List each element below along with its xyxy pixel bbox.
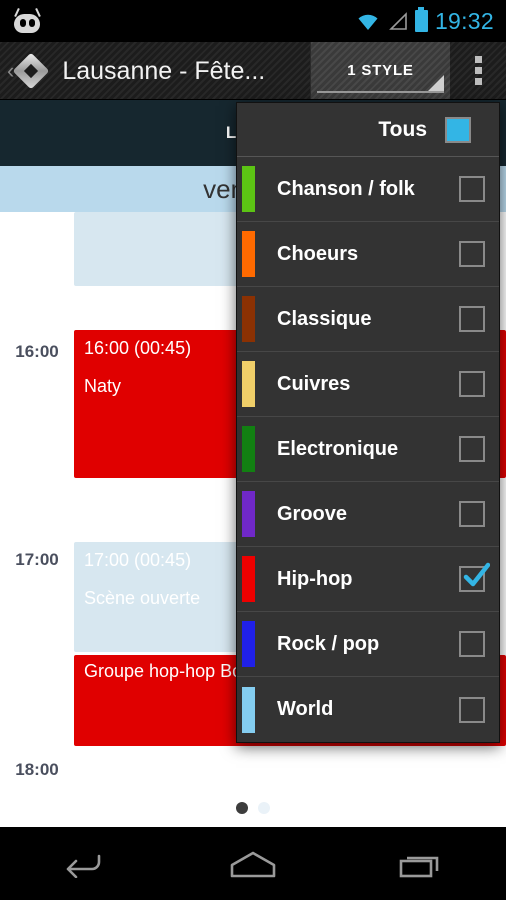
dropdown-item-hip-hop[interactable]: Hip-hop (237, 547, 499, 612)
status-bar: 19:32 (0, 0, 506, 42)
checkbox-classique[interactable] (459, 306, 485, 332)
dropdown-item-label: Rock / pop (277, 632, 380, 655)
gutter-time-1800: 18:00 (15, 760, 59, 779)
color-swatch-icon (242, 621, 255, 667)
checkbox-chanson-folk[interactable] (459, 176, 485, 202)
color-swatch-icon (242, 491, 255, 537)
nav-recents-icon[interactable] (392, 844, 452, 884)
checkbox-tous[interactable] (445, 116, 471, 143)
dropdown-item-label: Electronique (277, 437, 399, 460)
dropdown-item-world[interactable]: World (237, 677, 499, 742)
checkbox-groove[interactable] (459, 501, 485, 527)
wifi-icon (356, 12, 380, 31)
dropdown-item-rock-pop[interactable]: Rock / pop (237, 612, 499, 677)
dropdown-item-label: Classique (277, 307, 372, 330)
dropdown-item-label: Chanson / folk (277, 177, 415, 200)
chevron-down-icon (428, 75, 444, 91)
page-dot-active[interactable] (236, 801, 248, 814)
up-home-button[interactable]: ‹ (0, 42, 50, 99)
checkbox-world[interactable] (459, 696, 485, 723)
dropdown-item-list: Chanson / folk Choeurs Classique Cuivres Ele… (237, 157, 499, 742)
overflow-menu-icon[interactable] (450, 42, 506, 99)
style-filter-spinner[interactable]: 1 STYLE (310, 42, 450, 99)
nav-home-icon[interactable] (223, 844, 283, 884)
dropdown-item-choeurs[interactable]: Choeurs (237, 222, 499, 287)
dropdown-item-groove[interactable]: Groove (237, 482, 499, 547)
check-icon (463, 562, 490, 587)
color-swatch-icon (242, 686, 255, 733)
battery-icon (414, 7, 428, 32)
cyanogenmod-logo-icon (10, 7, 44, 34)
checkbox-hip-hop[interactable] (459, 562, 490, 592)
style-filter-dropdown[interactable]: Tous Chanson / folk Choeurs Classique Cuivr… (236, 102, 500, 743)
status-icons: 19:32 (356, 7, 506, 34)
dropdown-item-label: Groove (277, 502, 348, 525)
dropdown-item-classique[interactable]: Classique (237, 287, 499, 352)
color-swatch-icon (242, 361, 255, 407)
dropdown-item-label: World (277, 698, 334, 720)
page-dot-inactive[interactable] (258, 801, 270, 814)
spinner-underline (317, 91, 444, 93)
cell-signal-icon (387, 11, 408, 31)
checkbox-rock-pop[interactable] (459, 631, 485, 657)
app-diamond-logo-icon (12, 52, 50, 89)
action-bar: ‹ Lausanne - Fête... 1 STYLE (0, 42, 506, 100)
dropdown-header-label: Tous (378, 117, 427, 141)
gutter-time-1600: 16:00 (15, 342, 59, 361)
color-swatch-icon (242, 296, 255, 342)
page-title: Lausanne - Fête... (62, 57, 266, 85)
dropdown-header-tous[interactable]: Tous (237, 103, 499, 157)
dropdown-item-label: Choeurs (277, 242, 359, 265)
android-nav-bar (0, 827, 506, 900)
dropdown-item-label: Cuivres (277, 372, 351, 395)
color-swatch-icon (242, 556, 255, 602)
gutter-time-1700: 17:00 (15, 550, 59, 569)
checkbox-choeurs[interactable] (459, 241, 485, 267)
style-filter-label: 1 STYLE (347, 62, 414, 79)
color-swatch-icon (242, 426, 255, 472)
dropdown-item-cuivres[interactable]: Cuivres (237, 352, 499, 417)
dropdown-item-label: Hip-hop (277, 567, 353, 590)
dropdown-item-chanson-folk[interactable]: Chanson / folk (237, 157, 499, 222)
checkbox-cuivres[interactable] (459, 371, 485, 397)
page-indicator (0, 795, 506, 820)
color-swatch-icon (242, 231, 255, 277)
checkbox-electronique[interactable] (459, 436, 485, 462)
status-clock: 19:32 (434, 7, 494, 34)
nav-back-icon[interactable] (54, 844, 114, 884)
dropdown-item-electronique[interactable]: Electronique (237, 417, 499, 482)
color-swatch-icon (242, 166, 255, 212)
